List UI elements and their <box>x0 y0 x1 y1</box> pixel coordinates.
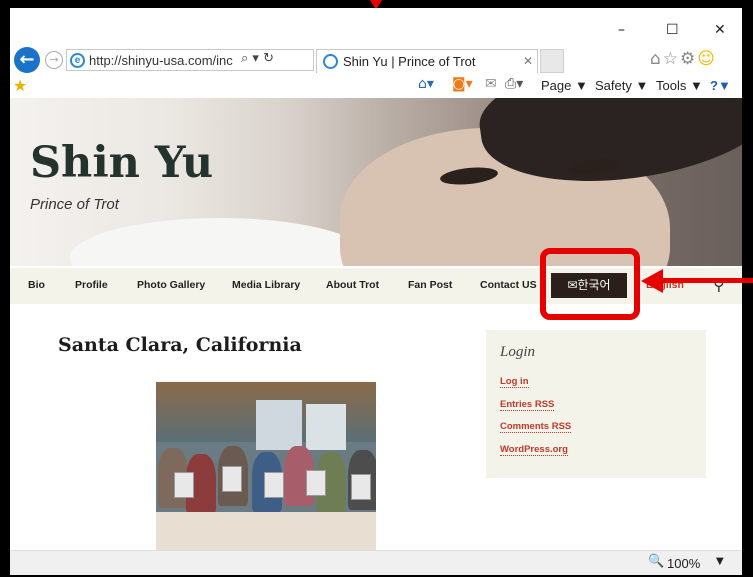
home-command-icon[interactable]: ⌂▾ <box>418 76 434 92</box>
banner-photo-shirt <box>70 218 370 266</box>
photo-fan-sign <box>174 472 194 498</box>
rss-feed-icon[interactable]: ◙▾ <box>452 76 473 92</box>
photo-window <box>306 404 346 450</box>
menu-item-photo-gallery[interactable]: Photo Gallery <box>137 279 205 291</box>
sidebar-login-widget: Login Log in Entries RSS Comments RSS Wo… <box>486 330 706 478</box>
command-bar: ★ ⌂▾ ◙▾ ✉ ⎙▾ Page ▼ Safety ▼ Tools ▼ ?▼ <box>10 74 742 98</box>
web-page: Shin Yu Prince of Trot Bio Profile Photo… <box>10 98 742 550</box>
menu-item-bio[interactable]: Bio <box>28 279 45 291</box>
tab-title: Shin Yu | Prince of Trot <box>343 54 476 69</box>
photo-window <box>256 400 302 450</box>
navigation-row: ← → e http://shinyu-usa.com/inc ⌕ ▾ ↻ Sh… <box>10 44 742 74</box>
photo-fan-sign <box>264 472 284 498</box>
photo-fan-sign <box>222 466 242 492</box>
read-mail-icon[interactable]: ✉ <box>485 76 497 92</box>
address-bar-icons[interactable]: ⌕ ▾ ↻ <box>241 51 274 66</box>
post-title: Santa Clara, California <box>58 334 302 356</box>
maximize-button[interactable]: ☐ <box>666 22 679 38</box>
gear-icon[interactable]: ⚙ <box>680 49 697 69</box>
photo-table <box>156 512 376 550</box>
feedback-smiley-icon[interactable]: ☺ <box>697 49 717 69</box>
menu-item-about-trot[interactable]: About Trot <box>326 279 379 291</box>
annotation-highlight-box <box>540 248 640 320</box>
zoom-icon[interactable]: 🔍 <box>648 554 664 569</box>
forward-button[interactable]: → <box>45 51 63 69</box>
widget-title: Login <box>500 344 536 360</box>
tab-shin-yu[interactable]: Shin Yu | Prince of Trot ✕ <box>316 49 538 73</box>
zoom-dropdown-arrow-icon[interactable]: ▼ <box>716 556 724 567</box>
help-menu[interactable]: ?▼ <box>710 78 731 93</box>
tab-close-icon[interactable]: ✕ <box>523 54 533 68</box>
back-button[interactable]: ← <box>14 47 40 73</box>
add-favorites-star-icon[interactable]: ★ <box>13 76 27 95</box>
screenshot-frame: – ☐ ✕ ← → e http://shinyu-usa.com/inc ⌕ … <box>0 0 753 577</box>
link-entries-rss[interactable]: Entries RSS <box>500 399 555 411</box>
photo-fan-sign <box>306 470 326 496</box>
menu-item-fan-post[interactable]: Fan Post <box>408 279 452 291</box>
zoom-level[interactable]: 100% <box>667 556 700 571</box>
status-bar: 🔍 100% ▼ <box>10 550 742 575</box>
link-log-in[interactable]: Log in <box>500 376 529 388</box>
address-bar[interactable]: e http://shinyu-usa.com/inc ⌕ ▾ ↻ <box>66 49 314 71</box>
photo-fan-sign <box>351 474 371 500</box>
minimize-button[interactable]: – <box>618 22 625 38</box>
menu-item-profile[interactable]: Profile <box>75 279 108 291</box>
page-menu[interactable]: Page ▼ <box>541 78 588 93</box>
site-header-banner: Shin Yu Prince of Trot <box>10 98 742 266</box>
site-tagline: Prince of Trot <box>30 196 119 213</box>
print-icon[interactable]: ⎙▾ <box>505 76 523 92</box>
toolbar-right-icons: ⌂☆⚙☺ <box>650 49 717 69</box>
post-photo <box>156 382 376 550</box>
favorites-star-icon[interactable]: ☆ <box>663 49 680 69</box>
new-tab-button[interactable] <box>540 49 564 73</box>
close-window-button[interactable]: ✕ <box>714 22 726 38</box>
link-wordpress-org[interactable]: WordPress.org <box>500 444 568 456</box>
safety-menu[interactable]: Safety ▼ <box>595 78 648 93</box>
link-comments-rss[interactable]: Comments RSS <box>500 421 572 433</box>
menu-item-media-library[interactable]: Media Library <box>232 279 300 291</box>
ie-site-icon: e <box>70 53 85 68</box>
tab-favicon-icon <box>323 54 338 69</box>
address-url[interactable]: http://shinyu-usa.com/inc <box>89 53 239 68</box>
menu-item-contact-us[interactable]: Contact US <box>480 279 537 291</box>
site-title[interactable]: Shin Yu <box>30 138 213 188</box>
home-icon[interactable]: ⌂ <box>650 49 663 69</box>
tools-menu[interactable]: Tools ▼ <box>656 78 703 93</box>
annotation-arrow-shaft <box>660 278 753 283</box>
annotation-arrow-head <box>641 269 663 293</box>
